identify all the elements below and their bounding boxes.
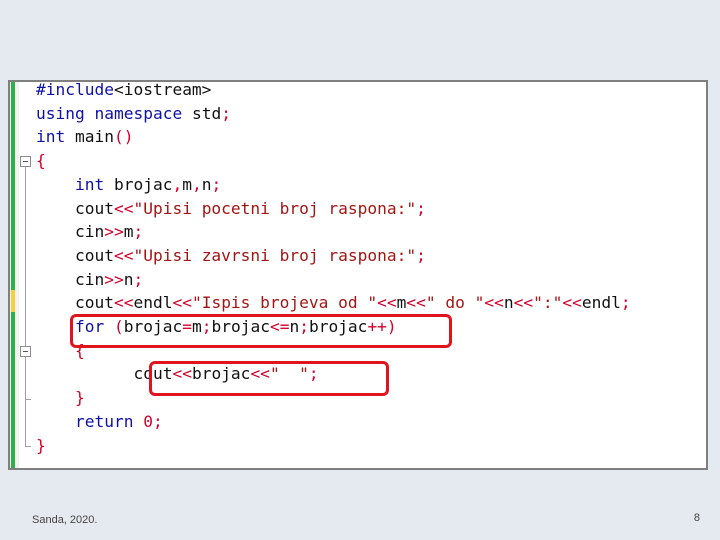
code-token: std	[182, 103, 222, 123]
code-token: ;	[221, 103, 231, 123]
code-token: return	[74, 411, 134, 431]
code-token: <<	[172, 293, 192, 313]
code-token: <<	[113, 245, 134, 265]
code-token: int	[36, 127, 66, 147]
code-line: int brojac,m,n;	[36, 173, 221, 197]
code-token: " do "	[425, 293, 485, 313]
fold-guide-main	[25, 167, 26, 446]
code-line: }	[36, 386, 85, 410]
code-token: <<	[406, 293, 426, 313]
fold-margin	[20, 82, 34, 468]
code-token: }	[74, 388, 85, 408]
code-token: cin	[36, 222, 105, 242]
code-token: n	[503, 293, 514, 313]
highlight-cout-statement	[149, 361, 389, 396]
unsaved-change-marker	[11, 290, 15, 312]
code-line: return 0;	[36, 410, 163, 434]
editor-gutter	[10, 82, 19, 468]
code-token: >>	[104, 222, 124, 242]
code-token: main	[65, 127, 114, 147]
code-token: cin	[36, 269, 105, 289]
collapse-main-icon[interactable]	[20, 156, 31, 167]
code-line: using namespace std;	[36, 102, 231, 126]
change-tracking-bar	[11, 82, 15, 468]
code-token: <<	[113, 293, 134, 313]
code-token: namespace	[94, 103, 183, 123]
code-line: }	[36, 434, 46, 458]
code-line: cin>>n;	[36, 268, 143, 292]
code-token: cout	[36, 245, 114, 265]
footer-author: Sanda, 2020.	[32, 514, 98, 526]
code-token: 0	[143, 411, 153, 431]
code-token: using	[36, 103, 85, 123]
code-token: "Upisi zavrsni broj raspona:"	[133, 245, 417, 265]
page-number: 8	[693, 512, 700, 524]
code-token: <<	[113, 198, 134, 218]
code-line: cin>>m;	[36, 220, 143, 244]
code-line: cout<<"Upisi zavrsni broj raspona:";	[36, 244, 426, 268]
code-token: m	[396, 293, 407, 313]
highlight-for-statement	[70, 314, 452, 348]
code-token: ;	[152, 411, 163, 431]
code-line: cout<<endl<<"Ispis brojeva od "<<m<<" do…	[36, 291, 631, 315]
code-token: ;	[133, 269, 144, 289]
code-token: }	[36, 435, 46, 455]
code-editor[interactable]: #include<iostream> using namespace std; in…	[8, 80, 708, 470]
code-token: ;	[211, 174, 222, 194]
code-token: <<	[562, 293, 582, 313]
code-token: <iostream>	[113, 80, 212, 99]
code-token: int	[74, 174, 105, 194]
code-token: cout	[36, 293, 114, 313]
code-area[interactable]: #include<iostream> using namespace std; in…	[36, 82, 706, 468]
code-token: "Upisi pocetni broj raspona:"	[133, 198, 417, 218]
code-line: cout<<"Upisi pocetni broj raspona:";	[36, 197, 426, 221]
code-token: "Ispis brojeva od "	[191, 293, 378, 313]
code-token: <<	[484, 293, 504, 313]
code-token: m	[182, 174, 192, 194]
code-token: endl	[133, 293, 173, 313]
code-token: cout	[36, 198, 114, 218]
code-token: brojac	[104, 174, 173, 194]
code-token: <<	[377, 293, 397, 313]
code-token: ()	[113, 127, 134, 147]
fold-guide-for	[25, 357, 26, 399]
code-token: <<	[513, 293, 534, 313]
code-token: ;	[416, 198, 426, 218]
code-token: ,	[191, 174, 202, 194]
code-token: endl	[581, 293, 621, 313]
code-token: ;	[416, 245, 426, 265]
fold-end-main	[25, 446, 31, 447]
code-token: ;	[133, 222, 144, 242]
code-token: ;	[620, 293, 631, 313]
code-token: n	[201, 174, 212, 194]
code-line: int main()	[36, 125, 133, 149]
code-token: {	[36, 151, 46, 171]
code-token: #include	[36, 80, 114, 99]
code-line: #include<iostream>	[36, 80, 212, 102]
slide-title-area	[0, 0, 720, 80]
code-line: {	[36, 149, 46, 173]
code-token: ,	[172, 174, 183, 194]
fold-end-for	[25, 399, 31, 400]
code-token: ":"	[533, 293, 563, 313]
code-token: >>	[104, 269, 124, 289]
collapse-for-block-icon[interactable]	[20, 346, 31, 357]
